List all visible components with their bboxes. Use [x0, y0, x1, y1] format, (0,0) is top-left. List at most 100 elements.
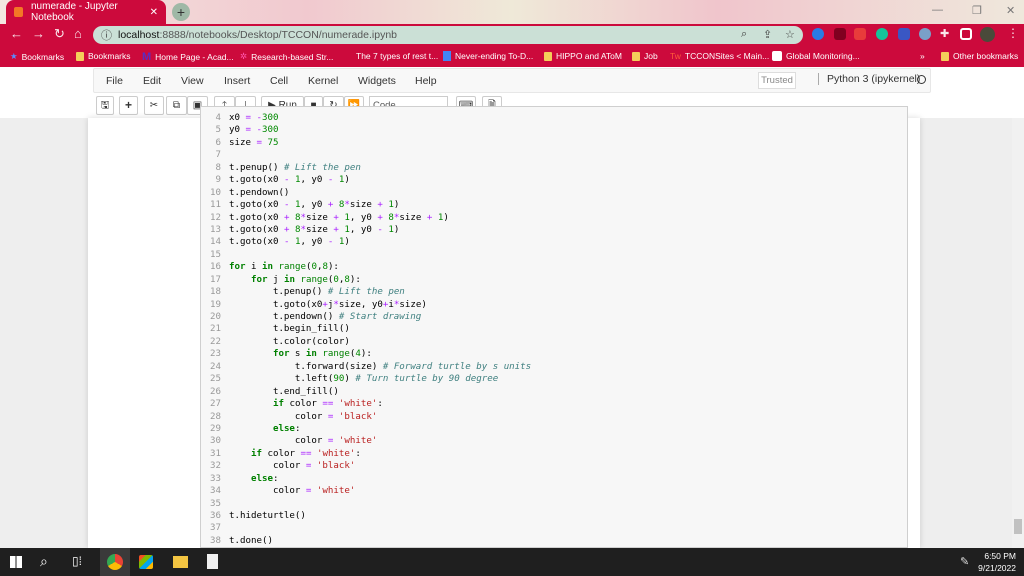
new-tab-button[interactable]: +	[172, 3, 190, 21]
kernel-name[interactable]: Python 3 (ipykernel)	[818, 73, 920, 85]
line-number: 20	[210, 312, 221, 322]
code-token: t.goto(x0	[229, 237, 284, 248]
copy-icon: ⧉	[172, 100, 181, 111]
other-bookmarks[interactable]: Other bookmarks	[941, 51, 1018, 61]
code-token: 'white'	[338, 436, 378, 447]
menu-edit[interactable]: Edit	[143, 75, 161, 87]
share-icon[interactable]: ⇪	[763, 28, 772, 41]
save-button[interactable]: 🖫	[96, 96, 114, 115]
bookmark-star-icon[interactable]: ☆	[785, 28, 795, 41]
code-token: t.penup()	[229, 287, 328, 298]
code-token: :	[272, 473, 279, 484]
docs-icon	[443, 51, 451, 61]
windows-start-icon[interactable]	[10, 556, 22, 568]
side-panel-icon[interactable]	[960, 28, 972, 40]
search-icon[interactable]: ⌕	[40, 553, 60, 573]
bookmark-item[interactable]: Job	[632, 51, 658, 61]
menu-file[interactable]: File	[106, 75, 123, 87]
line-source: y0 = -300	[229, 124, 278, 136]
extension-m-icon[interactable]	[854, 28, 866, 40]
line-number: 12	[210, 212, 221, 223]
home-icon[interactable]: ⌂	[74, 26, 82, 41]
extension-icon[interactable]	[898, 28, 910, 40]
chrome-icon	[107, 554, 123, 570]
task-view-icon[interactable]: ▯⁞	[72, 554, 92, 574]
code-token: color	[229, 461, 306, 472]
clock-time: 6:50 PM	[984, 551, 1016, 561]
line-number: 37	[210, 523, 221, 534]
close-window-icon[interactable]: ✕	[1006, 4, 1015, 17]
copy-button[interactable]: ⧉	[166, 96, 187, 115]
menu-view[interactable]: View	[181, 75, 204, 87]
page-scrollbar[interactable]	[1012, 118, 1024, 548]
code-token: t.done()	[229, 535, 273, 546]
menu-insert[interactable]: Insert	[224, 75, 250, 87]
bookmark-item[interactable]: The 7 types of rest t...	[356, 51, 438, 61]
store-icon[interactable]	[139, 555, 153, 569]
tw-icon: Tw	[670, 51, 681, 61]
code-cell[interactable]: 4 x0 = -300 5 y0 = -300 6 size = 75 7 8 t.penup(…	[200, 106, 908, 548]
tab-title: numerade - Jupyter Notebook	[31, 1, 118, 23]
maximize-icon[interactable]: ❐	[972, 4, 982, 17]
line-number: 15	[210, 249, 221, 260]
forward-icon[interactable]: →	[32, 26, 45, 41]
line-source: t.goto(x0 - 1, y0 - 1)	[229, 174, 350, 186]
code-token: color	[283, 399, 323, 410]
line-number: 7	[215, 150, 222, 161]
browser-menu-icon[interactable]: ⋮	[1007, 26, 1019, 40]
bookmark-item[interactable]: M Home Page - Acad...	[142, 51, 234, 63]
bookmark-item[interactable]: Tw TCCONSites < Main...	[670, 51, 769, 61]
minimize-icon[interactable]: —	[932, 4, 943, 16]
back-icon[interactable]: ←	[10, 26, 23, 41]
chrome-taskbar-button[interactable]	[100, 548, 130, 576]
line-source: t.hideturtle()	[229, 510, 306, 522]
folder-icon	[544, 51, 552, 61]
code-token: 300	[261, 125, 279, 136]
menu-kernel[interactable]: Kernel	[308, 75, 338, 87]
cut-button[interactable]: ✂	[144, 96, 164, 115]
bookmark-item[interactable]: ✲ Research-based Str...	[240, 51, 333, 62]
code-token: # Turn turtle by 90 degree	[355, 374, 499, 385]
extensions-puzzle-icon[interactable]: ✚	[940, 27, 949, 40]
code-token: )	[344, 175, 350, 186]
code-token: , y0	[349, 224, 378, 235]
bookmark-item[interactable]: Global Monitoring...	[772, 51, 860, 61]
bookmark-item[interactable]: ★ Bookmarks	[10, 51, 64, 62]
line-number: 23	[210, 349, 221, 360]
ublock-icon[interactable]	[834, 28, 846, 40]
menu-widgets[interactable]: Widgets	[358, 75, 396, 87]
bookmark-item[interactable]: HIPPO and AToM	[544, 51, 622, 61]
line-source: t.pendown()	[229, 187, 289, 199]
notepad-icon[interactable]	[207, 554, 218, 569]
trusted-indicator[interactable]: Trusted	[758, 72, 796, 89]
line-source: color = 'black'	[229, 411, 377, 423]
bookmark-item[interactable]: Bookmarks	[76, 51, 131, 61]
code-token: for	[272, 349, 290, 360]
insert-cell-button[interactable]: +	[119, 96, 138, 115]
line-number: 10	[210, 187, 221, 198]
line-source: t.forward(size) # Forward turtle by s un…	[229, 361, 531, 373]
menu-help[interactable]: Help	[415, 75, 437, 87]
url-input[interactable]: ⓘ localhost:8888/notebooks/Desktop/TCCON…	[93, 26, 803, 44]
line-number: 11	[210, 200, 221, 211]
m-logo-icon: M	[142, 51, 152, 63]
code-token: size)	[399, 299, 427, 310]
bookmark-item[interactable]: Never-ending To-D...	[443, 51, 533, 61]
grammarly-icon[interactable]	[876, 28, 888, 40]
menu-cell[interactable]: Cell	[270, 75, 288, 87]
reload-icon[interactable]: ↻	[54, 26, 65, 42]
code-token: color	[229, 411, 328, 422]
extension-icon[interactable]	[812, 28, 824, 40]
browser-tab[interactable]: numerade - Jupyter Notebook ✕	[6, 0, 166, 24]
extension-icon[interactable]	[919, 28, 931, 40]
bookmarks-overflow-button[interactable]: »	[920, 51, 925, 61]
line-number: 29	[210, 423, 221, 434]
close-tab-icon[interactable]: ✕	[150, 7, 158, 18]
line-number: 27	[210, 399, 221, 410]
scrollbar-thumb[interactable]	[1014, 519, 1022, 534]
line-source: t.goto(x0 - 1, y0 - 1)	[229, 236, 350, 248]
zoom-icon[interactable]: ⌕	[741, 28, 747, 41]
profile-avatar[interactable]	[980, 27, 995, 42]
system-clock[interactable]: 6:50 PM 9/21/2022	[946, 550, 1016, 574]
file-explorer-icon[interactable]	[173, 556, 188, 568]
